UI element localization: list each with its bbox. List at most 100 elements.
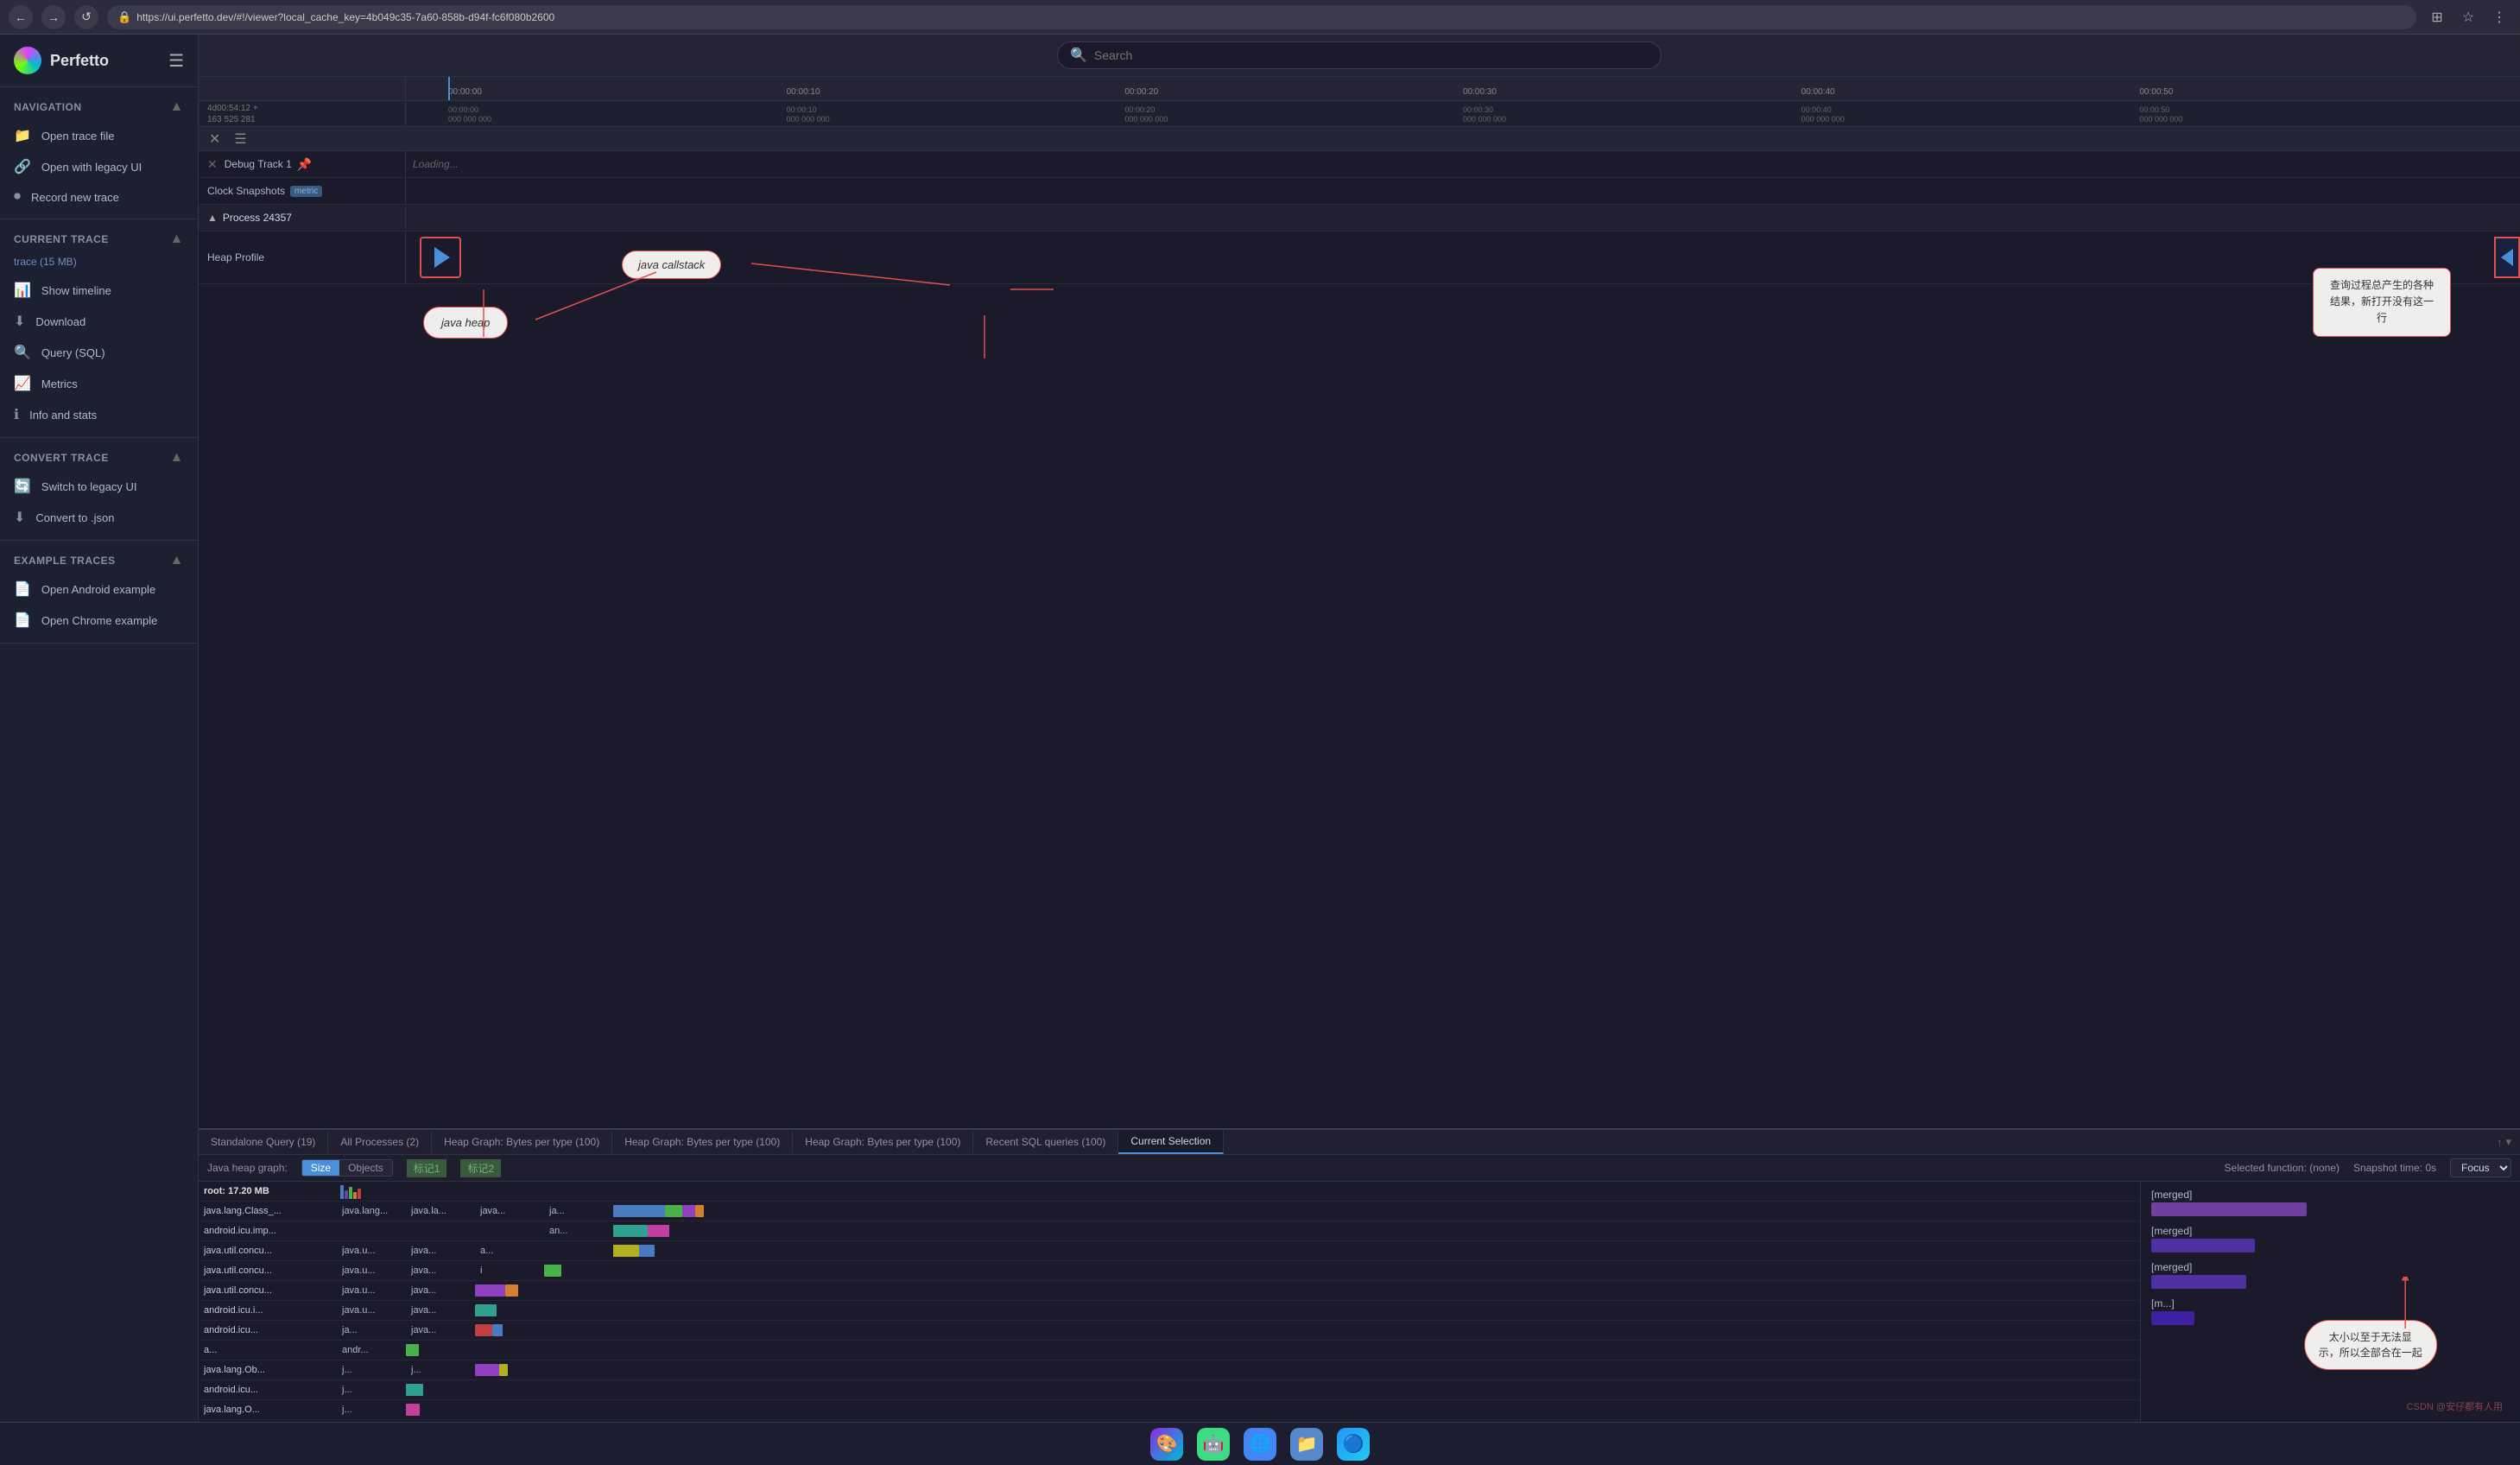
mini-bar-4 [353,1192,357,1199]
heap-col-name: android.icu.i... [199,1303,337,1317]
tick-1: 00:00:10 [787,87,820,97]
menu-button[interactable]: ⋮ [2487,5,2511,29]
merged-label-3: [merged] [2151,1261,2192,1273]
expand-all-button[interactable]: ☰ [231,129,250,149]
heap-tag1-btn[interactable]: 标记1 [407,1159,447,1177]
list-item[interactable]: a... andr... [199,1341,2140,1360]
taskbar-android[interactable]: 🤖 [1197,1428,1230,1461]
tab-heap-graph-3[interactable]: Heap Graph: Bytes per type (100) [793,1131,973,1153]
timeline-ruler-top: 00:00:00 00:00:10 00:00:20 00:00:30 00:0… [199,77,2520,101]
heap-col4: java... [475,1204,544,1218]
tick-4: 00:00:40 [1801,87,1835,97]
playhead [448,77,450,100]
sidebar-item-metrics[interactable]: 📈 Metrics [0,368,198,399]
sidebar-item-convert-json[interactable]: ⬇ Convert to .json [0,502,198,533]
switch-legacy-label: Switch to legacy UI [41,480,137,493]
legacy-ui-icon: 🔗 [14,158,31,175]
tab-heap-graph-2[interactable]: Heap Graph: Bytes per type (100) [612,1131,793,1153]
list-item[interactable]: android.icu.i... java.u... java... [199,1301,2140,1321]
timeline-detail-bar: 4d00:54:12 +163 525 281 00:00:00000 000 … [199,101,2520,127]
list-item[interactable]: android.icu... j... [199,1380,2140,1400]
sidebar-item-android-example[interactable]: 📄 Open Android example [0,574,198,605]
focus-dropdown[interactable]: Focus [2450,1158,2511,1177]
debug-track-name: Debug Track 1 [225,158,292,170]
heap-root-row[interactable]: root: 17.20 MB [199,1182,2140,1202]
nav-section-header[interactable]: Navigation ▲ [0,94,198,120]
collapse-all-button[interactable]: ✕ [206,129,224,149]
forward-button[interactable]: → [41,5,66,29]
merged-item-1[interactable]: [merged] [2141,1185,2520,1221]
sidebar-item-open-trace[interactable]: 📁 Open trace file [0,120,198,151]
taskbar-files[interactable]: 📁 [1290,1428,1323,1461]
convert-trace-section: Convert trace ▲ 🔄 Switch to legacy UI ⬇ … [0,438,198,541]
heap-objects-btn[interactable]: Objects [339,1160,392,1176]
url-bar[interactable]: 🔒 https://ui.perfetto.dev/#!/viewer?loca… [107,5,2416,29]
right-navigate-button[interactable] [2494,237,2520,278]
heap-col-name: java.util.concu... [199,1244,337,1258]
convert-trace-header[interactable]: Convert trace ▲ [0,445,198,471]
bookmark-button[interactable]: ☆ [2456,5,2480,29]
sidebar-item-download[interactable]: ⬇ Download [0,306,198,337]
taskbar-perfetto[interactable]: 🎨 [1150,1428,1183,1461]
download-icon: ⬇ [14,313,25,330]
chrome-example-label: Open Chrome example [41,614,157,627]
heap-col-name: java.lang.O... [199,1403,337,1417]
list-item[interactable]: java.util.concu... java.u... java... i [199,1261,2140,1281]
example-traces-header[interactable]: Example Traces ▲ [0,548,198,574]
tab-recent-sql[interactable]: Recent SQL queries (100) [973,1131,1118,1153]
heap-size-btn[interactable]: Size [302,1160,339,1176]
search-input-wrap: 🔍 [1057,41,1662,69]
example-traces-section: Example Traces ▲ 📄 Open Android example … [0,541,198,644]
debug-track-close[interactable]: ✕ [207,157,218,172]
play-button[interactable] [420,237,461,278]
list-item[interactable]: java.util.concu... java.u... java... a..… [199,1241,2140,1261]
heap-tree: root: 17.20 MB [199,1182,2140,1422]
dtick-5: 00:00:50000 000 000 [2139,105,2182,124]
tab-standalone-query[interactable]: Standalone Query (19) [199,1131,328,1153]
tab-heap-graph-1[interactable]: Heap Graph: Bytes per type (100) [432,1131,612,1153]
extensions-button[interactable]: ⊞ [2425,5,2449,29]
process-content [406,205,2520,231]
back-button[interactable]: ← [9,5,33,29]
heap-track-content[interactable] [406,231,2520,283]
taskbar-finder[interactable]: 🔵 [1337,1428,1370,1461]
merged-item-2[interactable]: [merged] [2141,1221,2520,1258]
tracks-scroll-area[interactable]: ✕ Debug Track 1 📌 Loading... Clock Snaps… [199,151,2520,1128]
sidebar-item-query[interactable]: 🔍 Query (SQL) [0,337,198,368]
merged-bar-2 [2151,1239,2255,1253]
search-input[interactable] [1094,48,1649,62]
heap-col2: java.u... [337,1244,406,1258]
sidebar-item-chrome-example[interactable]: 📄 Open Chrome example [0,605,198,636]
menu-icon[interactable]: ☰ [168,50,184,72]
list-item[interactable]: android.icu... ja... java... [199,1321,2140,1341]
list-item[interactable]: java.lang.Class_... java.lang... java.la… [199,1202,2140,1221]
list-item[interactable]: java.lang.Ob... j... j... [199,1360,2140,1380]
sidebar-item-info-stats[interactable]: ℹ Info and stats [0,399,198,430]
list-item[interactable]: java.util.concu... java.u... java... [199,1281,2140,1301]
tab-all-processes[interactable]: All Processes (2) [328,1131,432,1153]
tab-more-button[interactable]: ↑ ▾ [2488,1130,2520,1154]
heap-tree-panel[interactable]: root: 17.20 MB [199,1182,2140,1422]
current-trace-header[interactable]: Current Trace ▲ [0,226,198,252]
heap-root-label: root: 17.20 MB [199,1184,337,1198]
taskbar-chrome[interactable]: 🌐 [1244,1428,1276,1461]
trace-file-info[interactable]: trace (15 MB) [0,252,198,275]
sidebar-item-show-timeline[interactable]: 📊 Show timeline [0,275,198,306]
refresh-button[interactable]: ↺ [74,5,98,29]
merged-item-4[interactable]: [m...] [2141,1294,2520,1330]
heap-col2: j... [337,1403,406,1417]
color-bar-p2 [475,1284,505,1297]
list-item[interactable]: android.icu.imp... an... [199,1221,2140,1241]
heap-tag2-btn[interactable]: 标记2 [460,1159,501,1177]
process-label[interactable]: ▲ Process 24357 [199,206,406,229]
heap-col3: j... [406,1363,475,1377]
tab-current-selection[interactable]: Current Selection [1118,1130,1224,1154]
query-icon: 🔍 [14,344,31,361]
sidebar-item-record-trace[interactable]: ⏺ Record new trace [0,182,198,212]
list-item[interactable]: java.lang.O... j... [199,1400,2140,1420]
sidebar-item-legacy-ui[interactable]: 🔗 Open with legacy UI [0,151,198,182]
show-timeline-icon: 📊 [14,282,31,299]
sidebar-item-switch-legacy[interactable]: 🔄 Switch to legacy UI [0,471,198,502]
merged-item-3[interactable]: [merged] [2141,1258,2520,1294]
debug-track-pin[interactable]: 📌 [297,157,312,172]
